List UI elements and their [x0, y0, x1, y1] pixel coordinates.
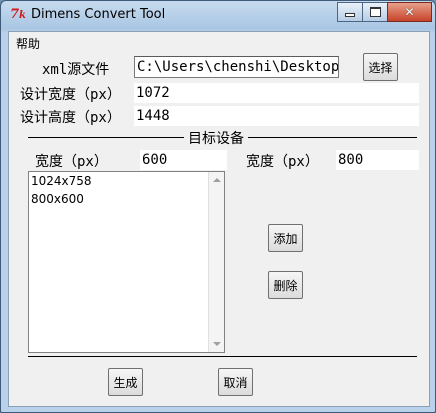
add-button[interactable]: 添加 — [268, 224, 303, 252]
app-window: 7k Dimens Convert Tool ✕ 帮助 xml源文件 C:\Us… — [0, 0, 436, 413]
minimize-button[interactable] — [337, 2, 363, 22]
browse-button-label: 选择 — [368, 60, 393, 75]
cancel-button[interactable]: 取消 — [218, 368, 253, 396]
device-list-items: 1024x758 800x600 — [29, 172, 224, 208]
close-button[interactable]: ✕ — [387, 2, 432, 22]
maximize-button[interactable] — [362, 2, 388, 22]
minimize-icon — [345, 13, 355, 17]
design-width-label: 设计宽度（px） — [20, 87, 121, 103]
generate-button-label: 生成 — [113, 375, 138, 390]
close-icon: ✕ — [404, 5, 415, 19]
design-width-input[interactable]: 1072 — [134, 83, 419, 103]
target-width-label-1: 宽度（px） — [35, 154, 108, 170]
browse-button[interactable]: 选择 — [363, 53, 398, 81]
target-width-label-2: 宽度（px） — [246, 154, 319, 170]
target-device-group-title: 目标设备 — [184, 128, 248, 148]
xml-path-input[interactable]: C:\Users\chenshi\Desktop\ — [134, 56, 339, 78]
maximize-icon — [369, 7, 381, 17]
delete-button[interactable]: 删除 — [268, 271, 303, 299]
xml-source-label: xml源文件 — [42, 62, 110, 78]
title-bar[interactable]: 7k Dimens Convert Tool ✕ — [1, 1, 435, 31]
add-button-label: 添加 — [273, 231, 298, 246]
target-width-input-2[interactable]: 800 — [336, 150, 419, 170]
device-list-item[interactable]: 1024x758 — [29, 172, 224, 190]
target-width-input-1[interactable]: 600 — [140, 150, 227, 170]
tk-feather-icon: 7k — [10, 7, 26, 22]
bottom-separator — [28, 356, 417, 357]
design-height-label: 设计高度（px） — [20, 110, 121, 126]
window-title: Dimens Convert Tool — [31, 7, 166, 22]
scroll-down-icon[interactable] — [213, 342, 221, 346]
scroll-up-icon[interactable] — [213, 178, 221, 182]
menu-bar: 帮助 — [9, 32, 429, 52]
client-area: 帮助 xml源文件 C:\Users\chenshi\Desktop\ 选择 设… — [8, 31, 430, 407]
device-list-item[interactable]: 800x600 — [29, 190, 224, 208]
cancel-button-label: 取消 — [223, 375, 248, 390]
menu-help[interactable]: 帮助 — [16, 35, 40, 52]
device-list[interactable]: 1024x758 800x600 — [28, 171, 225, 353]
delete-button-label: 删除 — [273, 278, 298, 293]
device-list-scrollbar[interactable] — [208, 172, 224, 352]
generate-button[interactable]: 生成 — [108, 368, 143, 396]
design-height-input[interactable]: 1448 — [134, 106, 419, 126]
